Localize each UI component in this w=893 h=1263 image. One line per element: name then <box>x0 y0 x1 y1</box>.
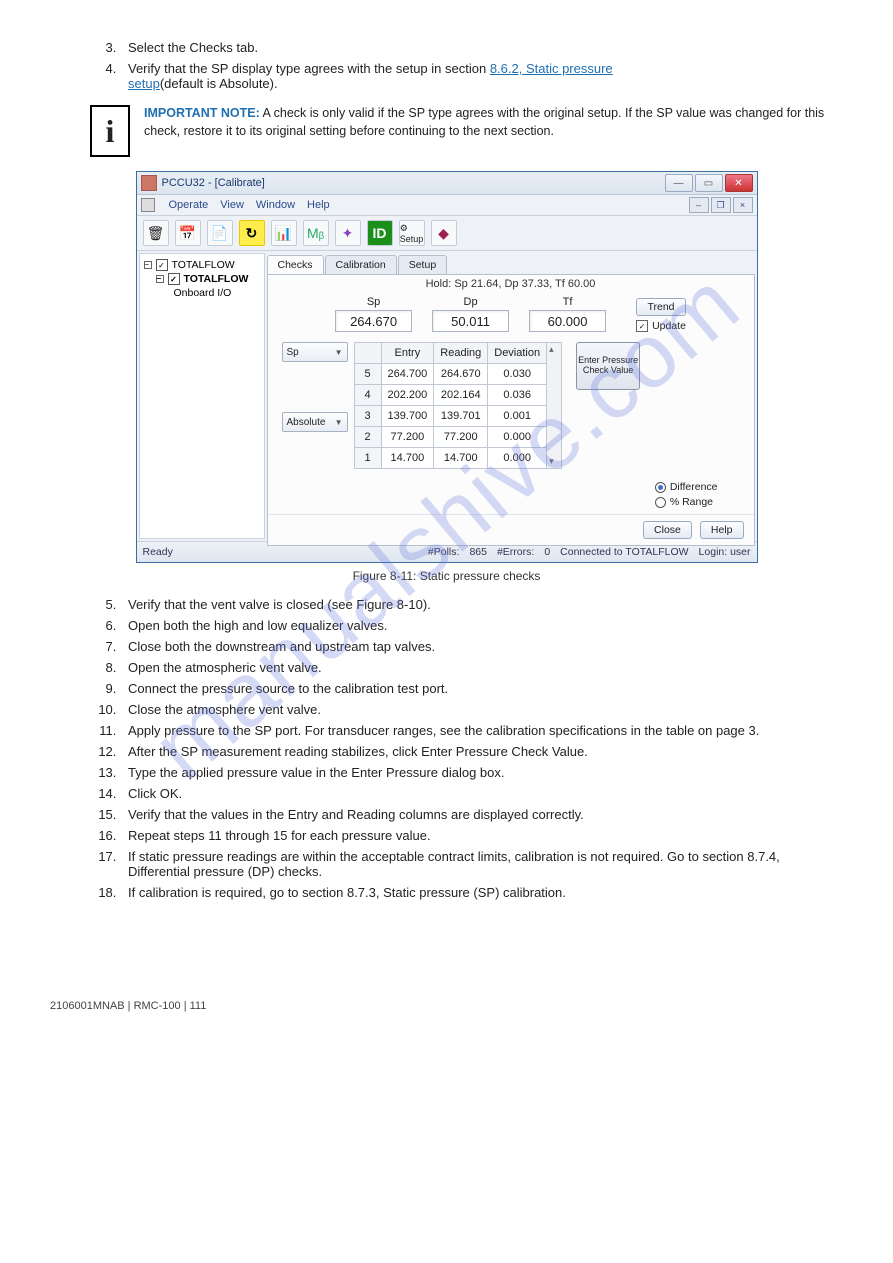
info-note: i IMPORTANT NOTE: A check is only valid … <box>90 105 843 157</box>
errors-label: #Errors: <box>497 546 534 558</box>
tab-setup[interactable]: Setup <box>398 255 447 274</box>
toolbar-icon-1[interactable]: 🗑 <box>143 220 169 246</box>
readings-table: EntryReadingDeviation5264.700264.6700.03… <box>354 342 548 469</box>
mid-steps: Verify that the vent valve is closed (se… <box>120 597 843 900</box>
step-item: Apply pressure to the SP port. For trans… <box>120 723 843 738</box>
section-link[interactable]: 8.6.2, Static pressure <box>490 61 613 76</box>
tab-calibration[interactable]: Calibration <box>325 255 397 274</box>
value-group-sp: Sp 264.670 <box>335 296 412 332</box>
value-readout: 60.000 <box>529 310 606 332</box>
figure-caption: Figure 8-11: Static pressure checks <box>50 569 843 583</box>
info-icon: i <box>90 105 130 157</box>
table-row: 5264.700264.6700.030 <box>354 364 547 385</box>
value-group-dp: Dp 50.011 <box>432 296 509 332</box>
hold-line: Hold: Sp 21.64, Dp 37.33, Tf 60.00 <box>268 275 754 296</box>
errors-value: 0 <box>544 546 550 558</box>
value-readout: 50.011 <box>432 310 509 332</box>
toolbar-icon-2[interactable]: 📅 <box>175 220 201 246</box>
step-item: If static pressure readings are within t… <box>120 849 843 879</box>
step-item: Select the Checks tab. <box>120 40 843 55</box>
menubar: Operate View Window Help – ❐ × <box>137 195 757 216</box>
toolbar-icon-5[interactable]: 📊 <box>271 220 297 246</box>
col-entry: Entry <box>381 343 434 364</box>
radio-difference[interactable] <box>655 482 666 493</box>
sp-combo[interactable]: Sp▼ <box>282 342 348 362</box>
col-deviation: Deviation <box>488 343 547 364</box>
update-label: Update <box>652 320 686 332</box>
value-label: Dp <box>432 296 509 308</box>
top-steps: Select the Checks tab. Verify that the SP… <box>120 40 843 91</box>
value-group-tf: Tf 60.000 <box>529 296 606 332</box>
trend-button[interactable]: Trend <box>636 298 685 316</box>
connection-status: Connected to TOTALFLOW <box>560 546 688 558</box>
mdi-minimize[interactable]: – <box>689 197 709 213</box>
login-status: Login: user <box>699 546 751 558</box>
table-row: 3139.700139.7010.001 <box>354 406 547 427</box>
step-item: Close both the downstream and upstream t… <box>120 639 843 654</box>
close-button[interactable]: Close <box>643 521 692 539</box>
polls-label: #Polls: <box>428 546 460 558</box>
step-item: Open the atmospheric vent valve. <box>120 660 843 675</box>
radio-percent-range[interactable] <box>655 497 666 508</box>
toolbar-icon-refresh[interactable]: ↻ <box>239 220 265 246</box>
step-item: Connect the pressure source to the calib… <box>120 681 843 696</box>
toolbar-icon-setup[interactable]: ⚙Setup <box>399 220 425 246</box>
update-checkbox[interactable]: ✓ <box>636 320 648 332</box>
step-item: Type the applied pressure value in the E… <box>120 765 843 780</box>
status-ready: Ready <box>143 546 173 558</box>
polls-value: 865 <box>469 546 487 558</box>
absolute-combo[interactable]: Absolute▼ <box>282 412 348 432</box>
table-row: 277.20077.2000.000 <box>354 427 547 448</box>
close-window-button[interactable]: ✕ <box>725 174 753 192</box>
step-item: Open both the high and low equalizer val… <box>120 618 843 633</box>
tree-item[interactable]: −✓TOTALFLOW <box>142 272 262 286</box>
tab-strip: ChecksCalibrationSetup <box>267 255 755 274</box>
help-button[interactable]: Help <box>700 521 744 539</box>
menu-window[interactable]: Window <box>256 199 295 211</box>
toolbar-icon-6[interactable]: Mᵦ <box>303 220 329 246</box>
value-label: Sp <box>335 296 412 308</box>
app-window: PCCU32 - [Calibrate] — ▭ ✕ Operate View Wi… <box>136 171 758 563</box>
value-label: Tf <box>529 296 606 308</box>
toolbar-icon-3[interactable]: 📄 <box>207 220 233 246</box>
step-item: Verify that the SP display type agrees w… <box>120 61 843 91</box>
mdi-close[interactable]: × <box>733 197 753 213</box>
page-footer: 2106001MNAB | RMC-100 | 111 <box>50 1000 843 1012</box>
table-scrollbar[interactable]: ▴▾ <box>547 342 562 469</box>
toolbar: 🗑 📅 📄 ↻ 📊 Mᵦ ✦ ID ⚙Setup ◆ <box>137 216 757 251</box>
info-header: IMPORTANT NOTE: <box>144 106 260 120</box>
menu-operate[interactable]: Operate <box>169 199 209 211</box>
tree-item[interactable]: −✓TOTALFLOW <box>142 258 262 272</box>
maximize-button[interactable]: ▭ <box>695 174 723 192</box>
step-item: Repeat steps 11 through 15 for each pres… <box>120 828 843 843</box>
col-reading: Reading <box>434 343 488 364</box>
tree-item[interactable]: Onboard I/O <box>142 286 262 300</box>
step-item: Close the atmosphere vent valve. <box>120 702 843 717</box>
nav-tree[interactable]: −✓TOTALFLOW−✓TOTALFLOWOnboard I/O <box>139 253 265 539</box>
toolbar-icon-8[interactable]: ID <box>367 220 393 246</box>
step-item: If calibration is required, go to sectio… <box>120 885 843 900</box>
toolbar-icon-7[interactable]: ✦ <box>335 220 361 246</box>
deviation-mode: Difference % Range <box>655 481 734 508</box>
system-menu-icon[interactable] <box>141 198 155 212</box>
window-title: PCCU32 - [Calibrate] <box>162 177 265 189</box>
menu-view[interactable]: View <box>220 199 244 211</box>
step-item: Verify that the vent valve is closed (se… <box>120 597 843 612</box>
titlebar: PCCU32 - [Calibrate] — ▭ ✕ <box>137 172 757 195</box>
enter-pressure-button[interactable]: Enter Pressure Check Value <box>576 342 640 390</box>
table-row: 114.70014.7000.000 <box>354 448 547 469</box>
toolbar-icon-10[interactable]: ◆ <box>431 220 457 246</box>
app-icon <box>141 175 157 191</box>
step-item: Click OK. <box>120 786 843 801</box>
section-link-setup[interactable]: setup <box>128 76 160 91</box>
value-readout: 264.670 <box>335 310 412 332</box>
step-item: After the SP measurement reading stabili… <box>120 744 843 759</box>
table-row: 4202.200202.1640.036 <box>354 385 547 406</box>
minimize-button[interactable]: — <box>665 174 693 192</box>
step-item: Verify that the values in the Entry and … <box>120 807 843 822</box>
footer-left: 2106001MNAB | RMC-100 | 111 <box>50 1000 206 1012</box>
menu-help[interactable]: Help <box>307 199 330 211</box>
tab-checks[interactable]: Checks <box>267 255 324 274</box>
mdi-restore[interactable]: ❐ <box>711 197 731 213</box>
